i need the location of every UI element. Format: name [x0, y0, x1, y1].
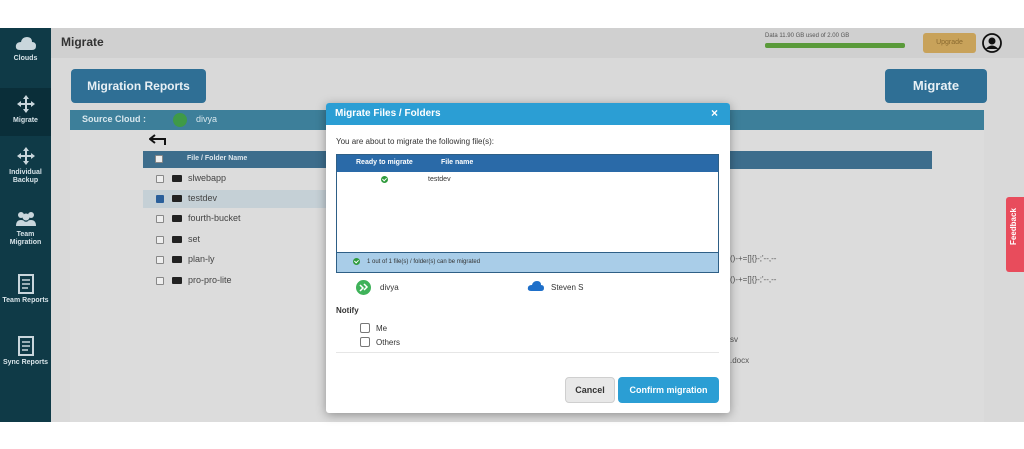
- dialog-divider: [336, 352, 719, 353]
- confirm-migration-button[interactable]: Confirm migration: [618, 377, 719, 403]
- summary-check-icon: [353, 258, 360, 265]
- user-avatar-icon[interactable]: [982, 33, 1002, 53]
- migrate-dialog: Migrate Files / Folders × You are about …: [326, 103, 730, 413]
- ready-check-icon: [381, 176, 388, 183]
- migration-summary: 1 out of 1 file(s) / folder(s) can be mi…: [337, 252, 718, 272]
- destination-cloud-name: Steven S: [551, 283, 584, 292]
- table-cell-filename: testdev: [428, 176, 451, 183]
- dialog-title: Migrate Files / Folders: [335, 108, 441, 119]
- summary-text: 1 out of 1 file(s) / folder(s) can be mi…: [367, 259, 481, 265]
- notify-others-label: Others: [376, 338, 401, 347]
- dialog-intro-text: You are about to migrate the following f…: [336, 137, 495, 146]
- source-cloud-name: divya: [380, 283, 399, 292]
- source-cloud-icon: [356, 280, 371, 295]
- notify-me-checkbox[interactable]: [360, 323, 370, 333]
- storage-quota-text: Data 11.90 GB used of 2.00 GB: [765, 33, 850, 39]
- column-header-filename: File name: [441, 159, 474, 166]
- table-header: Ready to migrate File name: [337, 155, 718, 172]
- feedback-tab[interactable]: Feedback: [1006, 197, 1024, 272]
- notify-label: Notify: [336, 306, 359, 315]
- column-header-ready: Ready to migrate: [356, 159, 413, 166]
- page-title: Migrate: [61, 35, 104, 49]
- storage-quota-fill: [765, 43, 905, 48]
- close-icon[interactable]: ×: [711, 106, 718, 120]
- feedback-label: Feedback: [1009, 208, 1018, 245]
- migration-file-table: Ready to migrate File name testdev 1 out…: [336, 154, 719, 273]
- storage-quota-bar: [765, 43, 905, 48]
- upgrade-button[interactable]: Upgrade: [923, 33, 976, 53]
- dialog-header: Migrate Files / Folders ×: [326, 103, 730, 125]
- notify-me-label: Me: [376, 324, 388, 333]
- onedrive-icon: [527, 281, 544, 291]
- cloud-icon: [15, 37, 36, 50]
- top-bar: Migrate Data 11.90 GB used of 2.00 GB Up…: [51, 28, 1024, 58]
- notify-others-checkbox[interactable]: [360, 337, 370, 347]
- cancel-button[interactable]: Cancel: [565, 377, 615, 403]
